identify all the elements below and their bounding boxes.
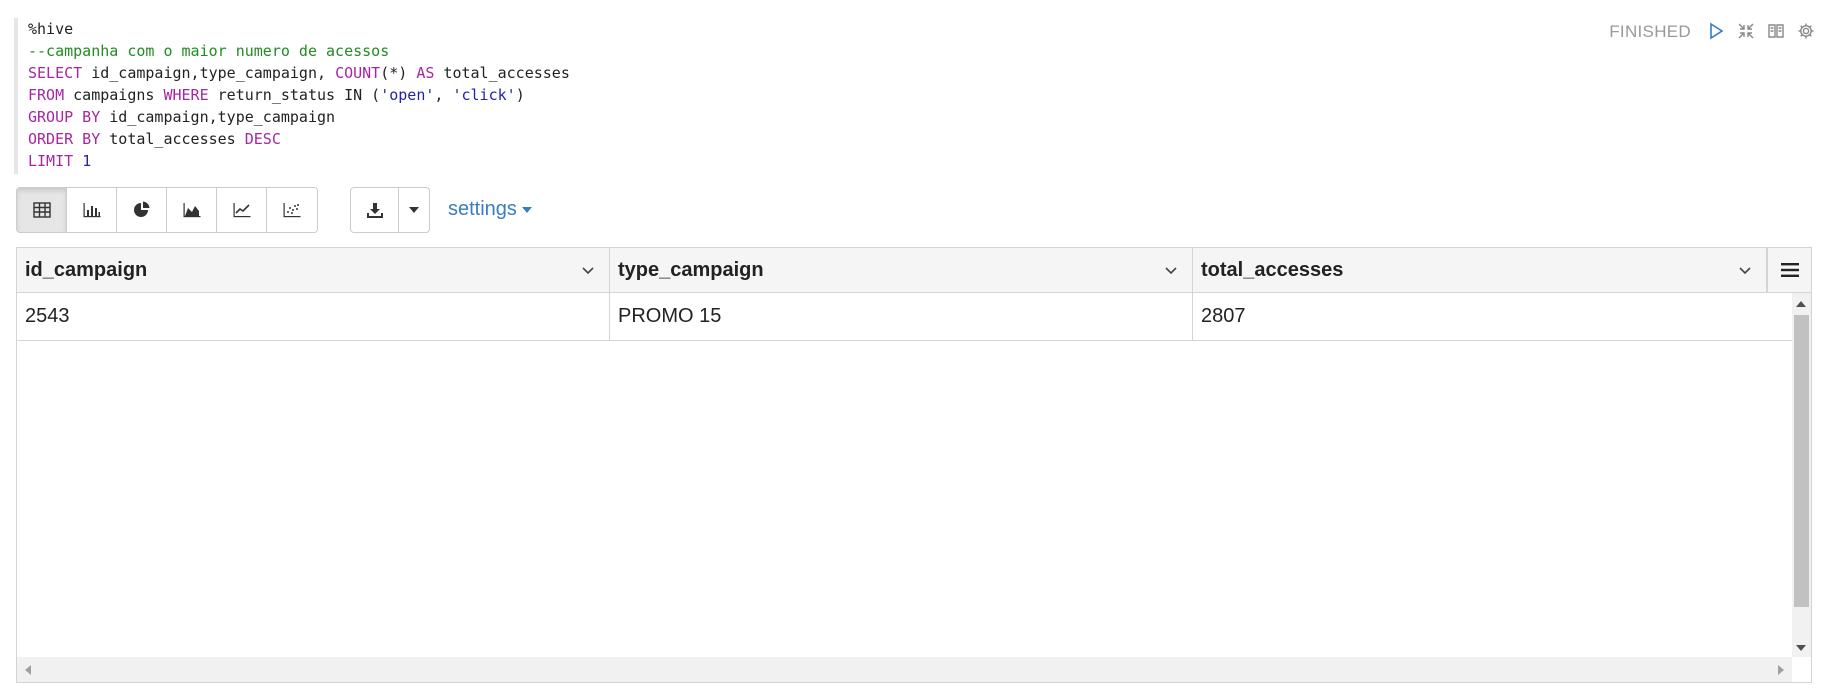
horizontal-scrollbar[interactable]: [17, 657, 1792, 682]
grid-header: id_campaign type_campaign total_accesses: [17, 248, 1811, 293]
settings-label: settings: [448, 198, 517, 220]
table-cell: PROMO 15: [610, 293, 1193, 340]
download-button[interactable]: [351, 188, 399, 232]
table-row[interactable]: 2543 PROMO 15 2807: [17, 293, 1792, 341]
code-token: SELECT: [28, 64, 83, 82]
table-cell: 2543: [17, 293, 610, 340]
code-token: ,: [434, 86, 453, 104]
table-cell: 2807: [1201, 305, 1246, 327]
code-token: WHERE: [163, 86, 209, 104]
download-icon: [366, 203, 383, 218]
code-token: GROUP BY: [28, 108, 101, 126]
code-token: FROM: [28, 86, 65, 104]
scroll-right-arrow[interactable]: [1778, 665, 1784, 675]
code-token: %hive: [28, 20, 74, 38]
pie-chart-button[interactable]: [117, 188, 167, 232]
scroll-left-arrow[interactable]: [25, 665, 31, 675]
download-dropdown-toggle[interactable]: [399, 188, 429, 232]
code-token: 1: [82, 152, 92, 170]
code-line: --campanha com o maior numero de acessos: [28, 40, 1394, 62]
code-line: FROM campaigns WHERE return_status IN ('…: [28, 84, 1394, 106]
code-token: --campanha com o maior numero de acessos: [28, 42, 390, 60]
status-label: FINISHED: [1609, 22, 1691, 41]
paragraph-controls: [1705, 20, 1817, 42]
column-header-total-accesses[interactable]: total_accesses: [1193, 248, 1767, 292]
bar-chart-icon: [83, 203, 100, 218]
scatter-chart-icon: [283, 203, 301, 218]
code-line: LIMIT 1: [28, 150, 1394, 172]
run-icon[interactable]: [1705, 20, 1727, 42]
download-group: [350, 187, 430, 233]
code-line: ORDER BY total_accesses DESC: [28, 128, 1394, 150]
code-token: ORDER BY: [28, 130, 101, 148]
chevron-down-icon[interactable]: [1162, 261, 1180, 279]
grid-menu-button[interactable]: [1767, 248, 1811, 292]
line-chart-button[interactable]: [217, 188, 267, 232]
code-token: total_accesses: [434, 64, 570, 82]
code-token: ): [515, 86, 525, 104]
code-token: id_campaign,type_campaign,: [82, 64, 336, 82]
settings-toggle[interactable]: settings: [448, 198, 533, 221]
column-header-label: id_campaign: [25, 258, 148, 281]
code-token: 'click': [452, 86, 516, 104]
area-chart-button[interactable]: [167, 188, 217, 232]
code-token: COUNT: [335, 64, 381, 82]
code-token: AS: [416, 64, 435, 82]
code-token: DESC: [244, 130, 281, 148]
code-line: SELECT id_campaign,type_campaign, COUNT(…: [28, 62, 1394, 84]
code-token: total_accesses: [100, 130, 245, 148]
line-chart-icon: [233, 203, 250, 218]
result-grid: id_campaign type_campaign total_accesses…: [16, 247, 1812, 683]
code-line: %hive: [28, 18, 1394, 40]
scroll-down-arrow[interactable]: [1796, 645, 1806, 651]
column-header-type-campaign[interactable]: type_campaign: [610, 248, 1193, 292]
code-editor[interactable]: %hive --campanha com o maior numero de ac…: [14, 18, 1394, 174]
caret-down-icon: [409, 207, 419, 213]
chevron-down-icon[interactable]: [579, 261, 597, 279]
bar-chart-button[interactable]: [67, 188, 117, 232]
scroll-up-arrow[interactable]: [1796, 301, 1806, 307]
visualization-buttons: [16, 187, 318, 233]
gear-icon[interactable]: [1795, 20, 1817, 42]
book-icon[interactable]: [1765, 20, 1787, 42]
code-token: 'open': [380, 86, 435, 104]
column-header-label: total_accesses: [1201, 258, 1344, 281]
scatter-chart-button[interactable]: [267, 188, 317, 232]
paragraph: %hive --campanha com o maior numero de ac…: [0, 0, 1827, 688]
scrollbar-thumb[interactable]: [1794, 315, 1809, 607]
column-header-id-campaign[interactable]: id_campaign: [17, 248, 610, 292]
code-token: campaigns: [64, 86, 164, 104]
code-token: (*): [380, 64, 417, 82]
pie-chart-icon: [133, 201, 149, 217]
hamburger-menu-icon: [1780, 263, 1799, 277]
code-token: id_campaign,type_campaign: [100, 108, 336, 126]
table-view-button[interactable]: [17, 188, 67, 232]
vertical-scrollbar[interactable]: [1792, 293, 1811, 657]
area-chart-icon: [183, 203, 200, 218]
chevron-down-icon[interactable]: [1736, 261, 1754, 279]
column-header-label: type_campaign: [618, 258, 764, 281]
code-token: return_status IN (: [208, 86, 381, 104]
table-icon: [32, 202, 51, 218]
caret-down-icon: [521, 206, 532, 213]
code-token: LIMIT: [28, 152, 74, 170]
collapse-icon[interactable]: [1735, 20, 1757, 42]
code-line: GROUP BY id_campaign,type_campaign: [28, 106, 1394, 128]
